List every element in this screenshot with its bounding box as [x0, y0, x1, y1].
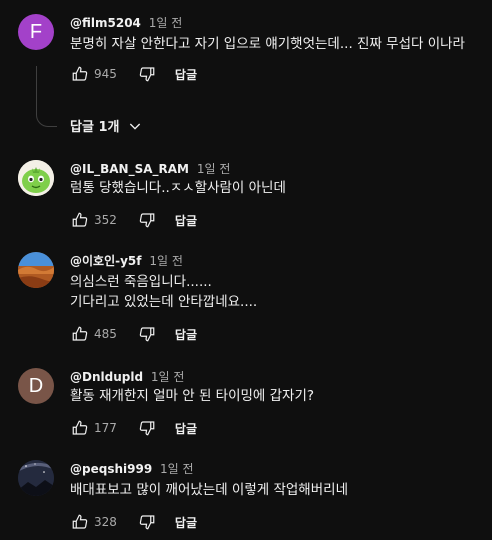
comment-actions: 945 답글	[70, 62, 197, 86]
comment: @이호인-y5f 1일 전 의심스런 죽음입니다...... 기다리고 있었는데…	[0, 248, 492, 348]
reply-button[interactable]: 답글	[175, 514, 197, 531]
comment-text: 분명히 자살 안한다고 자기 입으로 얘기햇엇는데... 진짜 무섭다 이나라	[70, 34, 465, 54]
comment-time[interactable]: 1일 전	[149, 16, 183, 30]
comment-header: @film5204 1일 전	[70, 14, 182, 31]
comment: D @Dnldupld 1일 전 활동 재개한지 얼마 안 된 타이밍에 갑자기…	[0, 364, 492, 444]
comment-time[interactable]: 1일 전	[151, 370, 185, 384]
like-icon[interactable]	[70, 324, 90, 344]
dislike-icon[interactable]	[137, 512, 157, 532]
avatar[interactable]: F	[18, 14, 54, 50]
comment-author[interactable]: @Dnldupld	[70, 370, 143, 384]
reply-button[interactable]: 답글	[175, 212, 197, 229]
comment-line: 럼통 당했습니다..ㅈㅅ할사람이 아닌데	[70, 180, 286, 196]
comment-line: 의심스런 죽음입니다......	[70, 274, 212, 290]
avatar-letter: F	[29, 20, 43, 43]
replies-toggle-label: 답글 1개	[70, 120, 120, 135]
comment: @peqshi999 1일 전 배대표보고 많이 깨어났는데 이렇게 작업해버리…	[0, 456, 492, 536]
comment-actions: 328 답글	[70, 510, 197, 534]
comment-header: @peqshi999 1일 전	[70, 460, 194, 477]
like-icon[interactable]	[70, 418, 90, 438]
dislike-icon[interactable]	[137, 418, 157, 438]
reply-button[interactable]: 답글	[175, 326, 197, 343]
reply-button[interactable]: 답글	[175, 420, 197, 437]
comment-author[interactable]: @IL_BAN_SA_RAM	[70, 162, 189, 176]
comment-text: 럼통 당했습니다..ㅈㅅ할사람이 아닌데	[70, 178, 286, 198]
replies-toggle[interactable]: 답글 1개	[70, 116, 143, 135]
comment-text: 배대표보고 많이 깨어났는데 이렇게 작업해버리네	[70, 480, 348, 500]
like-count: 945	[94, 67, 117, 81]
chevron-down-icon	[130, 123, 141, 130]
dislike-icon[interactable]	[137, 324, 157, 344]
comment-header: @IL_BAN_SA_RAM 1일 전	[70, 160, 230, 177]
comment-text: 활동 재개한지 얼마 안 된 타이밍에 갑자기?	[70, 386, 314, 406]
avatar[interactable]	[18, 160, 54, 196]
dislike-icon[interactable]	[137, 210, 157, 230]
comment-time[interactable]: 1일 전	[160, 462, 194, 476]
comment-actions: 485 답글	[70, 322, 197, 346]
avatar-letter: D	[28, 374, 44, 397]
comment-author[interactable]: @film5204	[70, 16, 141, 30]
comment-actions: 352 답글	[70, 208, 197, 232]
like-icon[interactable]	[70, 64, 90, 84]
avatar[interactable]	[18, 252, 54, 288]
comment-author[interactable]: @peqshi999	[70, 462, 152, 476]
thread-line	[36, 66, 57, 127]
landscape-photo-avatar-icon	[18, 252, 54, 288]
night-sky-photo-avatar-icon	[18, 460, 54, 496]
green-character-avatar-icon	[18, 160, 54, 196]
comment-text: 의심스런 죽음입니다...... 기다리고 있었는데 안타깝네요....	[70, 272, 257, 312]
comment-time[interactable]: 1일 전	[149, 254, 183, 268]
comment-line: 기다리고 있었는데 안타깝네요....	[70, 294, 258, 310]
reply-button[interactable]: 답글	[175, 66, 197, 83]
like-count: 177	[94, 421, 117, 435]
comment-actions: 177 답글	[70, 416, 197, 440]
comment-line: 배대표보고 많이 깨어났는데 이렇게 작업해버리네	[70, 482, 348, 498]
like-count: 485	[94, 327, 117, 341]
dislike-icon[interactable]	[137, 64, 157, 84]
avatar[interactable]	[18, 460, 54, 496]
comment-header: @Dnldupld 1일 전	[70, 368, 184, 385]
comment-author[interactable]: @이호인-y5f	[70, 254, 142, 268]
like-icon[interactable]	[70, 210, 90, 230]
comment-header: @이호인-y5f 1일 전	[70, 252, 183, 269]
avatar[interactable]: D	[18, 368, 54, 404]
like-count: 352	[94, 213, 117, 227]
comment-line: 분명히 자살 안한다고 자기 입으로 얘기햇엇는데... 진짜 무섭다 이나라	[70, 36, 465, 52]
like-icon[interactable]	[70, 512, 90, 532]
comment: F @film5204 1일 전 분명히 자살 안한다고 자기 입으로 얘기햇엇…	[0, 8, 492, 148]
comment-line: 활동 재개한지 얼마 안 된 타이밍에 갑자기?	[70, 388, 315, 404]
comment-time[interactable]: 1일 전	[197, 162, 231, 176]
like-count: 328	[94, 515, 117, 529]
comment: @IL_BAN_SA_RAM 1일 전 럼통 당했습니다..ㅈㅅ할사람이 아닌데…	[0, 156, 492, 236]
